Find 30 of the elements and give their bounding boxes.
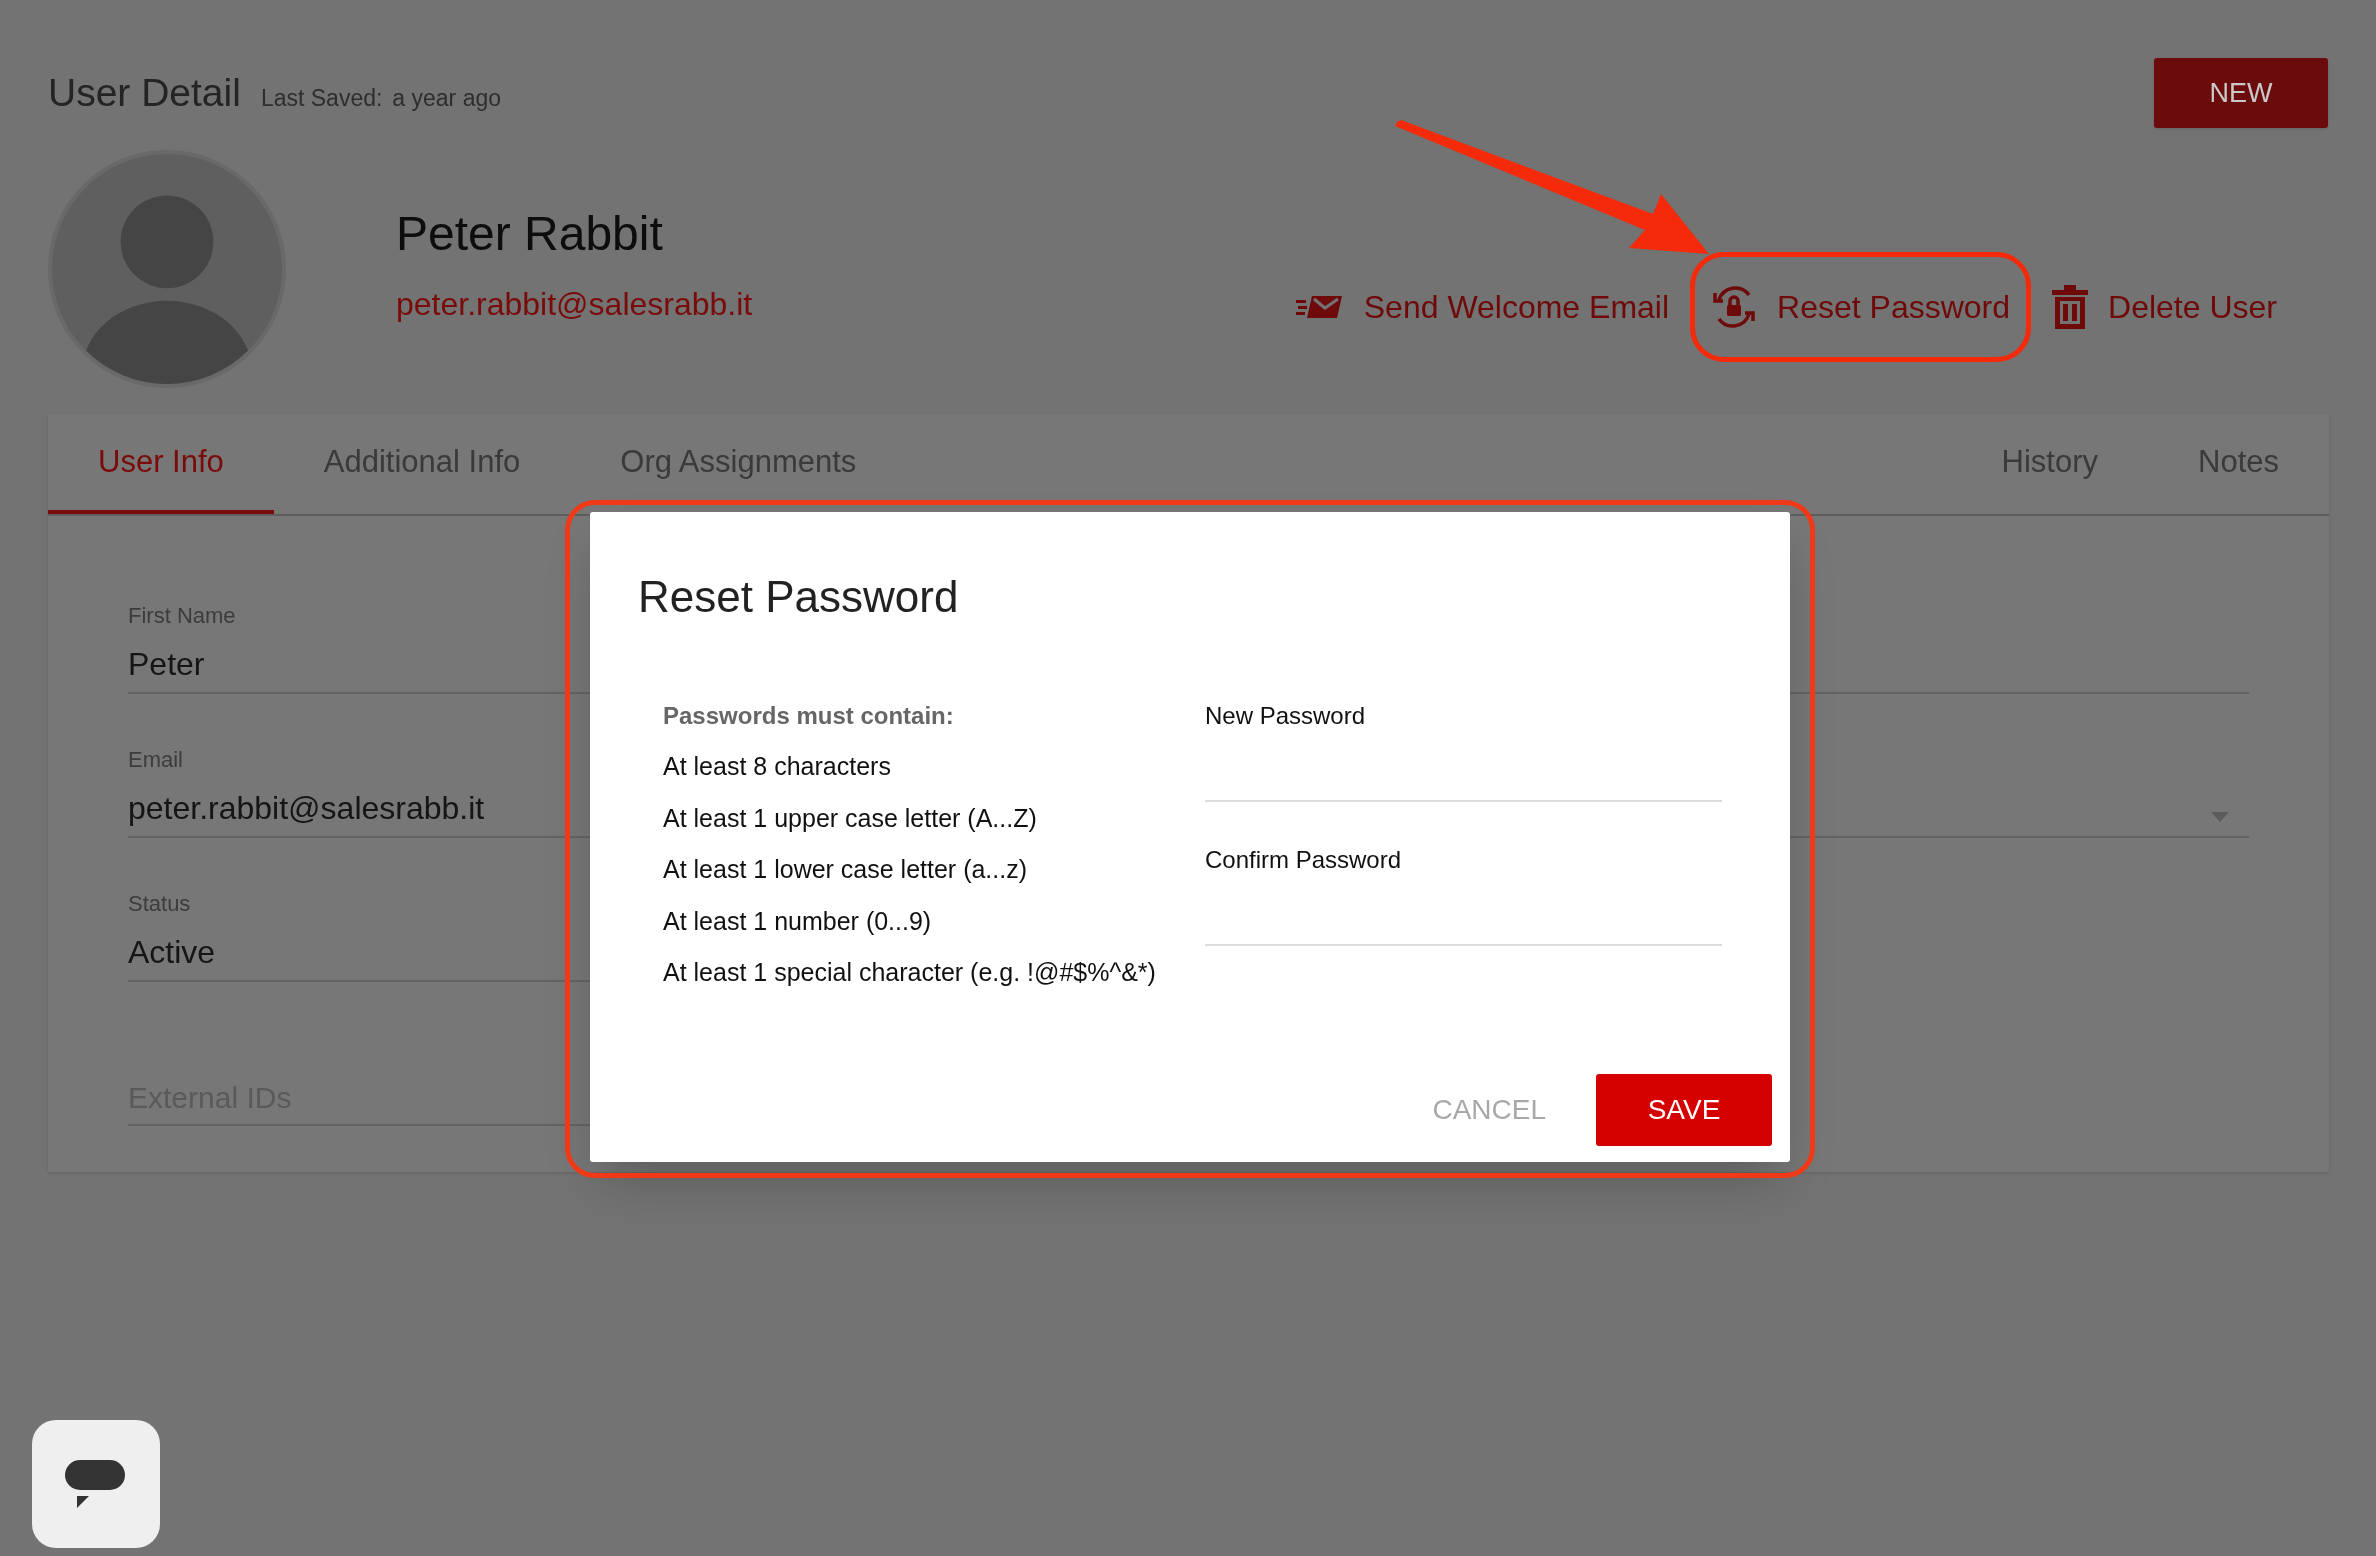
trash-icon (2052, 285, 2089, 329)
envelope-icon (1295, 294, 1344, 320)
last-saved-label: Last Saved: (260, 83, 383, 113)
rule-text: At least 1 upper case letter (A...Z) (663, 802, 1038, 834)
rules-heading: Passwords must contain: (663, 701, 955, 731)
tab[interactable]: Org Assignments (570, 414, 907, 514)
user-name: Peter Rabbit (396, 206, 664, 262)
reset-action-button[interactable]: Reset Password (1690, 252, 2032, 362)
tab[interactable]: Notes (2148, 414, 2329, 514)
cancel-button[interactable]: CANCEL (1432, 1089, 1546, 1131)
password-field[interactable]: Confirm Password (1205, 842, 1722, 946)
password-field[interactable]: New Password (1205, 698, 1722, 802)
chat-button[interactable] (32, 1420, 160, 1548)
rule-text: At least 8 characters (663, 751, 892, 782)
delete-action-button[interactable]: Delete User (2031, 252, 2298, 362)
tab[interactable]: Additional Info (273, 414, 571, 514)
user-email-link[interactable]: peter.rabbit@salesrabb.it (396, 280, 753, 328)
tab[interactable]: History (1951, 414, 2148, 514)
email-action-button[interactable]: Send Welcome Email (1274, 252, 1691, 362)
rule-text: At least 1 special character (e.g. !@#$%^&*) (663, 957, 1157, 988)
dialog-title: Reset Password (638, 571, 960, 623)
rule-text: At least 1 lower case letter (a...z) (663, 854, 1029, 885)
save-button[interactable]: SAVE (1596, 1074, 1772, 1146)
lock-reset-icon (1711, 284, 1758, 330)
rule-text: At least 1 number (0...9) (663, 905, 933, 937)
new-button[interactable]: NEW (2154, 58, 2328, 128)
page-title: User Detail (48, 69, 241, 116)
last-saved-value: a year ago (392, 83, 502, 113)
tab[interactable]: User Info (48, 414, 274, 514)
chat-icon (65, 1460, 127, 1508)
